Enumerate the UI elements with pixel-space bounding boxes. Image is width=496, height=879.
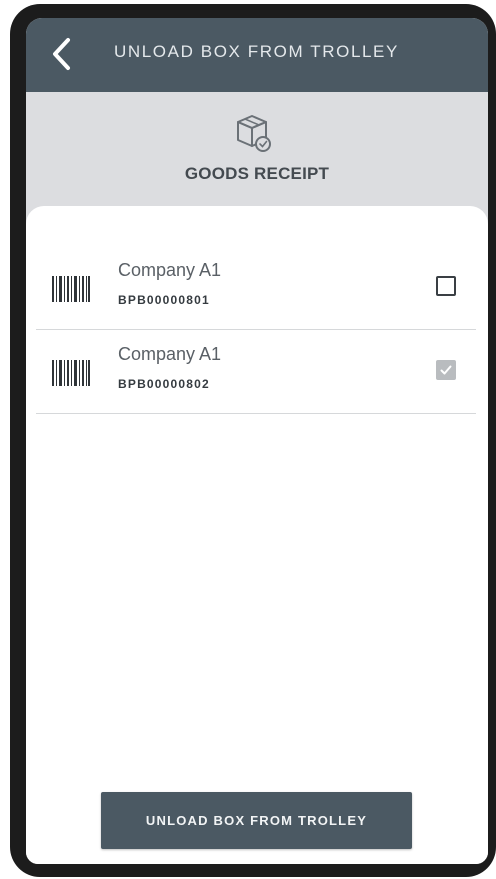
app-header: UNLOAD BOX FROM TROLLEY	[26, 18, 488, 92]
box-list: Company A1 BPB00000801 Company A1 BPB000…	[36, 246, 476, 414]
list-item[interactable]: Company A1 BPB00000802	[36, 330, 476, 414]
check-icon	[440, 365, 452, 375]
content-sheet: Company A1 BPB00000801 Company A1 BPB000…	[26, 206, 488, 864]
list-item[interactable]: Company A1 BPB00000801	[36, 246, 476, 330]
item-checkbox[interactable]	[436, 360, 456, 380]
page-title: UNLOAD BOX FROM TROLLEY	[114, 42, 399, 61]
back-button[interactable]	[48, 34, 78, 74]
item-company-name: Company A1	[118, 344, 222, 364]
chevron-left-icon	[53, 38, 70, 70]
item-box-code: BPB00000801	[118, 293, 210, 307]
item-company-name: Company A1	[118, 260, 222, 280]
box-receipt-icon	[237, 115, 271, 152]
banner-title: GOODS RECEIPT	[184, 164, 330, 183]
barcode-icon	[52, 360, 90, 386]
unload-box-button[interactable]: UNLOAD BOX FROM TROLLEY	[101, 792, 412, 849]
app-screen: UNLOAD BOX FROM TROLLEY GOODS RECEIPT Co…	[26, 18, 488, 864]
barcode-icon	[52, 276, 90, 302]
item-checkbox[interactable]	[436, 276, 456, 296]
item-box-code: BPB00000802	[118, 377, 210, 391]
